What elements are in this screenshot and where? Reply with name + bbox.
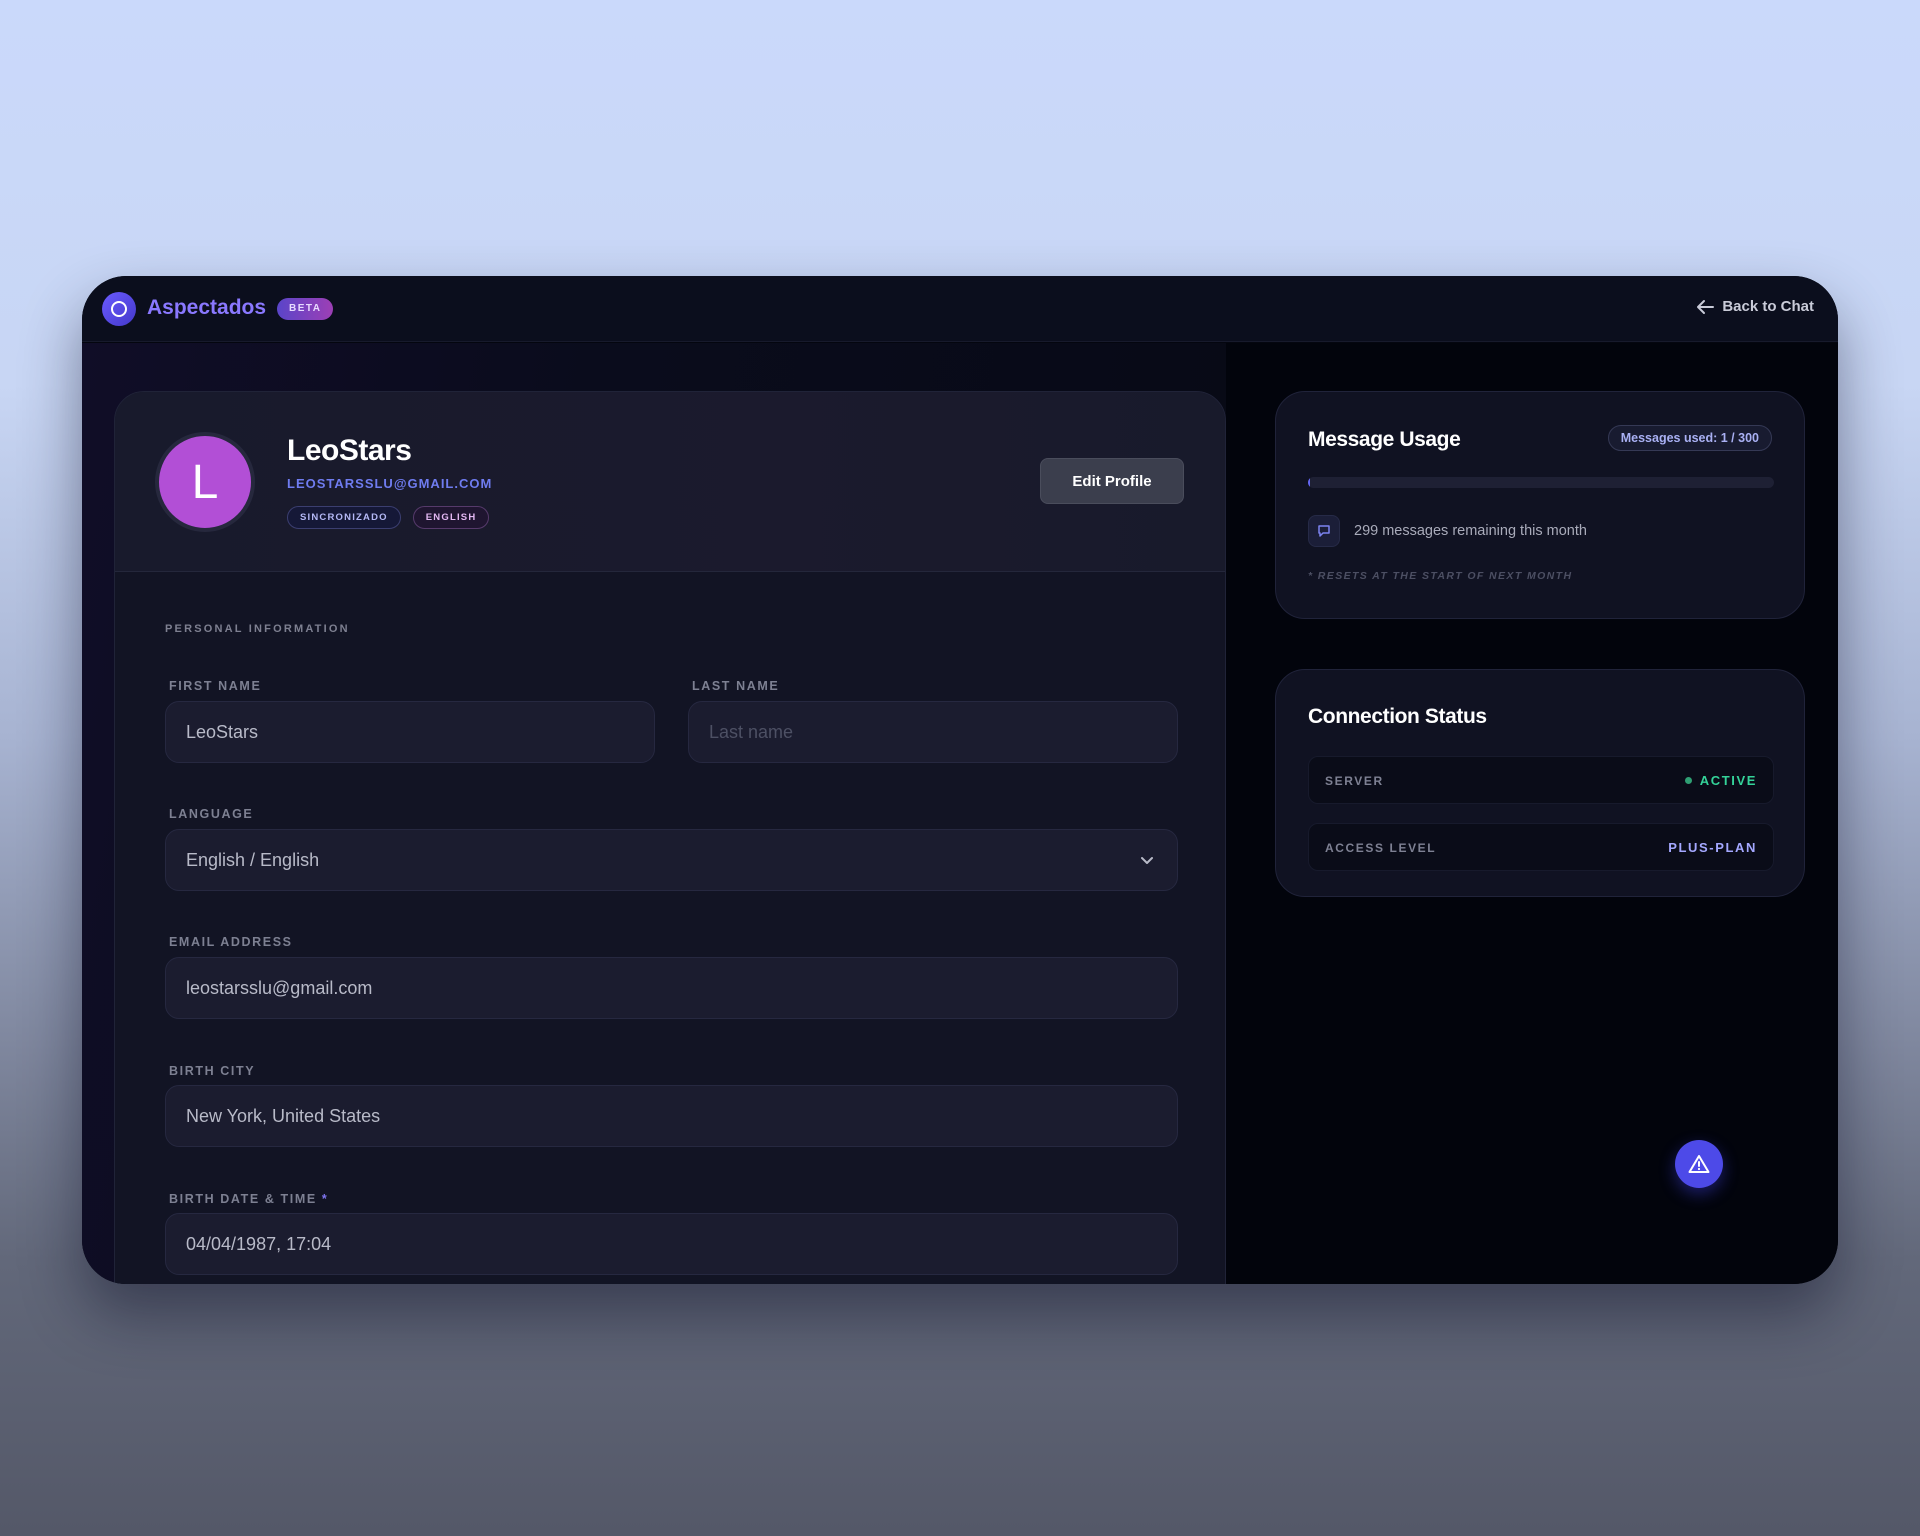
- birth-datetime-label-text: BIRTH DATE & TIME: [169, 1192, 317, 1206]
- connection-status-title: Connection Status: [1308, 705, 1487, 728]
- birth-city-label: BIRTH CITY: [169, 1064, 256, 1078]
- beta-badge: BETA: [277, 298, 334, 320]
- arrow-left-icon: [1697, 299, 1715, 314]
- top-bar: Aspectados BETA Back to Chat: [82, 276, 1838, 342]
- server-label: SERVER: [1325, 774, 1384, 788]
- profile-name: LeoStars: [287, 434, 412, 467]
- messages-used-badge: Messages used: 1 / 300: [1607, 425, 1772, 451]
- reset-note: * RESETS AT THE START OF NEXT MONTH: [1308, 570, 1573, 582]
- birth-datetime-input[interactable]: [165, 1213, 1178, 1275]
- connection-status-card: Connection Status SERVER ACTIVE ACCESS L…: [1275, 669, 1805, 897]
- profile-header: L LeoStars LEOSTARSSLU@GMAIL.COM SINCRON…: [115, 392, 1225, 572]
- back-to-chat-link[interactable]: Back to Chat: [1696, 298, 1814, 315]
- first-name-input[interactable]: [165, 701, 655, 763]
- sync-tag: SINCRONIZADO: [287, 506, 401, 529]
- server-status-value: ACTIVE: [1699, 773, 1757, 788]
- access-level-value: PLUS-PLAN: [1668, 840, 1757, 855]
- email-field[interactable]: [165, 957, 1178, 1019]
- warning-triangle-icon: [1688, 1155, 1710, 1173]
- language-select[interactable]: English / English: [165, 829, 1178, 891]
- server-status-row: SERVER ACTIVE: [1308, 756, 1774, 804]
- edit-profile-button[interactable]: Edit Profile: [1040, 458, 1184, 504]
- language-value: English / English: [186, 850, 320, 870]
- chat-bubble-icon: [1308, 515, 1340, 547]
- last-name-label: LAST NAME: [692, 679, 780, 693]
- status-dot-icon: [1684, 777, 1692, 784]
- remaining-row: 299 messages remaining this month: [1308, 515, 1587, 547]
- avatar: L: [155, 432, 255, 532]
- birth-city-input[interactable]: [165, 1085, 1178, 1147]
- brand-name[interactable]: Aspectados: [147, 296, 266, 320]
- warning-fab-button[interactable]: [1675, 1140, 1723, 1188]
- access-level-row: ACCESS LEVEL PLUS-PLAN: [1308, 823, 1774, 871]
- access-level-label: ACCESS LEVEL: [1325, 841, 1437, 855]
- message-usage-card: Message Usage Messages used: 1 / 300 299…: [1275, 391, 1805, 619]
- language-tag: ENGLISH: [412, 506, 490, 529]
- last-name-input[interactable]: [688, 701, 1178, 763]
- logo-ring-icon[interactable]: [102, 292, 136, 326]
- profile-tags: SINCRONIZADO ENGLISH: [287, 506, 490, 529]
- first-name-label: FIRST NAME: [169, 679, 262, 693]
- chevron-down-icon: [1141, 857, 1153, 864]
- required-mark: *: [321, 1192, 329, 1206]
- back-to-chat-label: Back to Chat: [1722, 298, 1814, 315]
- server-status: ACTIVE: [1684, 773, 1757, 788]
- message-usage-title: Message Usage: [1308, 428, 1461, 451]
- email-label: EMAIL ADDRESS: [169, 935, 293, 949]
- usage-progress-fill: [1308, 477, 1310, 488]
- profile-card: L LeoStars LEOSTARSSLU@GMAIL.COM SINCRON…: [114, 391, 1226, 1284]
- usage-progress-bar: [1308, 477, 1774, 488]
- profile-email: LEOSTARSSLU@GMAIL.COM: [287, 476, 493, 491]
- section-title: PERSONAL INFORMATION: [165, 623, 350, 635]
- language-label: LANGUAGE: [169, 807, 254, 821]
- birth-datetime-label: BIRTH DATE & TIME *: [169, 1192, 328, 1206]
- remaining-text: 299 messages remaining this month: [1354, 523, 1587, 539]
- app-window: Aspectados BETA Back to Chat L LeoStars …: [82, 276, 1838, 1284]
